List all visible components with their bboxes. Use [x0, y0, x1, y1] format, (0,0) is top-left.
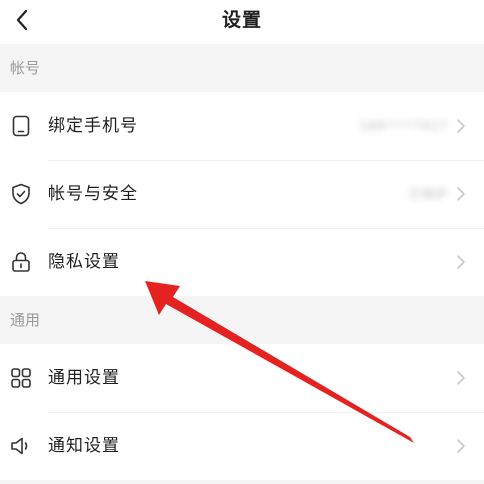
- chevron-right-icon: [457, 439, 465, 453]
- section-header-general: 通用: [0, 296, 484, 344]
- settings-row-label: 绑定手机号: [48, 116, 138, 136]
- lock-icon: [12, 252, 30, 272]
- speaker-icon: [11, 437, 28, 455]
- settings-row-notifications[interactable]: 通知设置: [0, 412, 484, 480]
- grid-icon: [11, 368, 31, 388]
- top-bar: 设置: [0, 0, 484, 44]
- settings-row-label: 通知设置: [48, 436, 120, 456]
- phone-icon: [12, 115, 30, 137]
- shield-check-icon: [12, 183, 30, 205]
- page-title: 设置: [221, 9, 262, 31]
- settings-group-general: 通用设置 通知设置: [0, 344, 484, 480]
- settings-row-bind-phone[interactable]: 绑定手机号 188****7917: [0, 92, 484, 160]
- settings-row-privacy[interactable]: 隐私设置: [0, 228, 484, 296]
- chevron-right-icon: [457, 119, 465, 133]
- settings-row-label: 通用设置: [48, 368, 120, 388]
- chevron-right-icon: [457, 187, 465, 201]
- section-header-account: 帐号: [0, 44, 484, 92]
- settings-row-general[interactable]: 通用设置: [0, 344, 484, 412]
- chevron-right-icon: [457, 371, 465, 385]
- settings-row-label: 隐私设置: [48, 252, 120, 272]
- security-status-value: 已保护: [408, 187, 448, 201]
- settings-group-account: 绑定手机号 188****7917 帐号与安全 已保护 隐私设置: [0, 92, 484, 296]
- phone-number-value: 188****7917: [359, 119, 448, 133]
- settings-row-account-security[interactable]: 帐号与安全 已保护: [0, 160, 484, 228]
- chevron-right-icon: [457, 255, 465, 269]
- settings-row-label: 帐号与安全: [48, 184, 138, 204]
